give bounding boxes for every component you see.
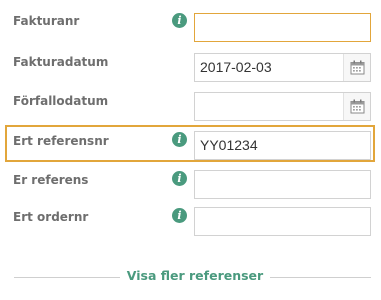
calendar-button[interactable] [343,93,370,120]
divider-left [14,277,120,278]
calendar-icon [350,99,365,114]
info-icon[interactable]: i [172,171,187,186]
invoice-number-input[interactable] [194,13,371,42]
info-icon[interactable]: i [172,132,187,147]
your-reference-number-label: Ert referensnr [13,134,109,148]
due-date-input[interactable] [194,92,371,121]
invoice-date-value: 2017-02-03 [200,59,272,75]
divider-right [270,277,371,278]
your-reference-number-input[interactable]: YY01234 [194,131,371,160]
show-more-references-link[interactable]: Visa fler referenser [120,268,270,283]
your-order-number-input[interactable] [194,207,371,236]
invoice-date-input[interactable]: 2017-02-03 [194,53,371,82]
your-reference-input[interactable] [194,170,371,199]
info-icon[interactable]: i [172,208,187,223]
calendar-icon [350,60,365,75]
invoice-number-label: Fakturanr [13,14,80,28]
invoice-date-label: Fakturadatum [13,55,109,69]
info-icon[interactable]: i [172,13,187,28]
your-order-number-label: Ert ordernr [13,210,89,224]
due-date-label: Förfallodatum [13,94,109,108]
your-reference-label: Er referens [13,173,89,187]
calendar-button[interactable] [343,54,370,81]
